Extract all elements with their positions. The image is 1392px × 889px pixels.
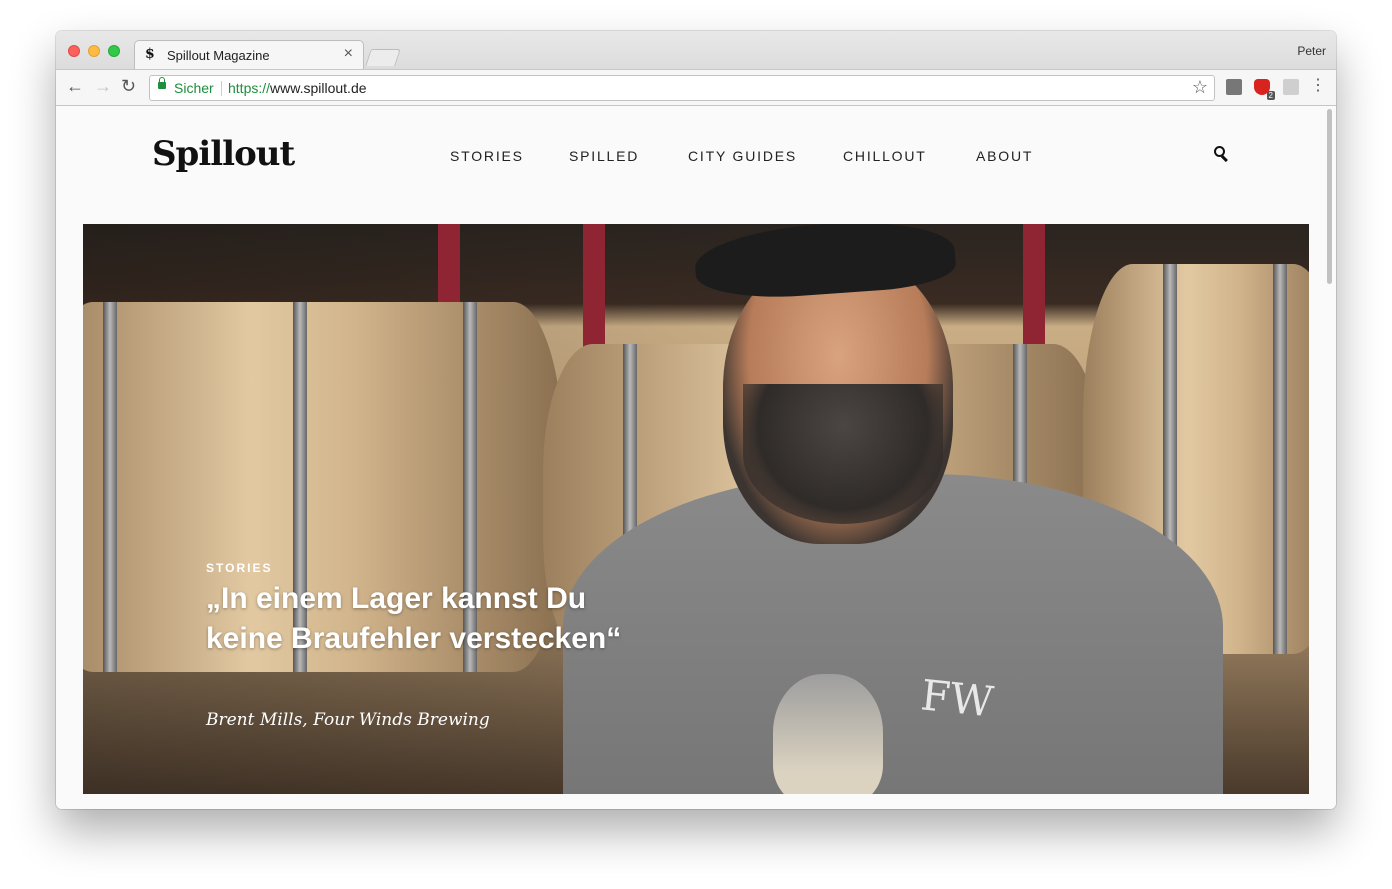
star-icon[interactable]: ☆ xyxy=(1192,77,1208,98)
extension-shield-icon[interactable]: 2 xyxy=(1254,79,1275,100)
forward-arrow-icon[interactable]: → xyxy=(94,77,112,95)
nav-about[interactable]: ABOUT xyxy=(976,148,1033,164)
title-bar: $ Spillout Magazine × Peter xyxy=(56,31,1336,69)
profile-name[interactable]: Peter xyxy=(1297,44,1326,58)
rack-post xyxy=(1023,224,1045,354)
security-label: Sicher xyxy=(174,80,214,96)
rack-post xyxy=(583,224,605,354)
extension-rp-icon[interactable] xyxy=(1283,79,1299,95)
hero-headline[interactable]: „In einem Lager kannst Du keine Braufehl… xyxy=(206,579,646,659)
minimize-window-button[interactable] xyxy=(88,45,100,57)
nav-stories[interactable]: STORIES xyxy=(450,148,524,164)
browser-tab[interactable]: $ Spillout Magazine × xyxy=(134,40,364,69)
beer-glass xyxy=(773,674,883,794)
browser-window: $ Spillout Magazine × Peter ← → ↻ Sicher… xyxy=(56,31,1336,809)
close-window-button[interactable] xyxy=(68,45,80,57)
lock-icon xyxy=(158,77,166,89)
shirt-print: FW xyxy=(918,670,996,727)
search-icon[interactable] xyxy=(1214,146,1228,163)
person-beard xyxy=(743,384,943,524)
site-logo[interactable]: Spillout xyxy=(152,134,295,174)
extension-icon[interactable] xyxy=(1226,79,1242,95)
address-bar[interactable]: Sicher https://www.spillout.de ☆ xyxy=(149,75,1215,101)
extension-badge: 2 xyxy=(1266,91,1275,100)
hero-category[interactable]: STORIES xyxy=(206,561,272,575)
reload-icon[interactable]: ↻ xyxy=(121,77,136,95)
favicon-icon: $ xyxy=(145,46,155,62)
hero-image[interactable]: FW STORIES „In einem Lager kannst Du kei… xyxy=(83,224,1309,794)
tab-close-icon[interactable]: × xyxy=(344,45,353,63)
address-separator xyxy=(221,81,222,96)
nav-city-guides[interactable]: CITY GUIDES xyxy=(688,148,797,164)
hero-byline: Brent Mills, Four Winds Brewing xyxy=(206,710,490,730)
url-text[interactable]: https://www.spillout.de xyxy=(228,80,367,96)
tab-title: Spillout Magazine xyxy=(167,48,270,63)
new-tab-button[interactable] xyxy=(365,49,401,66)
back-arrow-icon[interactable]: ← xyxy=(66,77,84,95)
kebab-menu-icon[interactable]: ⋮ xyxy=(1310,78,1326,94)
zoom-window-button[interactable] xyxy=(108,45,120,57)
nav-chillout[interactable]: CHILLOUT xyxy=(843,148,927,164)
browser-toolbar: ← → ↻ Sicher https://www.spillout.de ☆ 2… xyxy=(56,69,1336,106)
scrollbar[interactable] xyxy=(1327,109,1332,284)
nav-spilled[interactable]: SPILLED xyxy=(569,148,639,164)
page-content: Spillout STORIES SPILLED CITY GUIDES CHI… xyxy=(56,106,1336,809)
